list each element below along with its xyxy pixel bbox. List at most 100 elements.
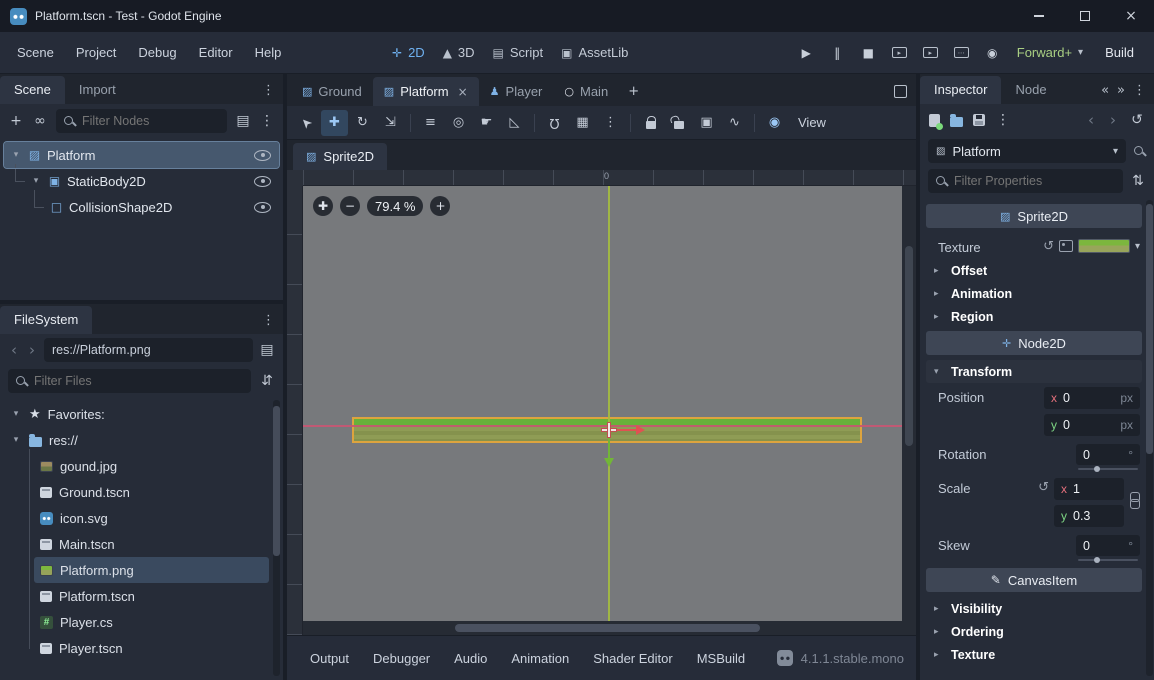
texture-preview[interactable]	[1077, 239, 1130, 253]
bottom-tab-audio[interactable]: Audio	[443, 643, 498, 674]
renderer-dropdown[interactable]: Forward+ ▾	[1009, 41, 1091, 64]
file-row-selected[interactable]: Platform.png	[34, 557, 269, 583]
vertical-scrollbar[interactable]	[902, 186, 916, 621]
tree-row-staticbody2d[interactable]: ▾ ▣ StaticBody2D	[4, 164, 279, 194]
position-y-field[interactable]: y 0 px	[1044, 414, 1140, 436]
pause-button[interactable]: ‖	[823, 40, 852, 66]
file-row[interactable]: Main.tscn	[34, 531, 269, 557]
unlock-selected-icon[interactable]	[665, 110, 692, 136]
tree-row-collisionshape2d[interactable]: □ CollisionShape2D	[4, 190, 279, 220]
visibility-eye-icon[interactable]	[254, 149, 271, 161]
bottom-tab-msbuild[interactable]: MSBuild	[686, 643, 756, 674]
filter-nodes-input[interactable]	[82, 114, 220, 128]
canvas[interactable]: ✚ − 79.4 % +	[303, 186, 916, 635]
visibility-eye-icon[interactable]	[254, 175, 271, 187]
file-row[interactable]: # Player.cs	[34, 609, 269, 635]
edit-history-icon[interactable]: ↺	[1129, 112, 1145, 128]
new-scene-tab-button[interactable]: +	[619, 77, 648, 106]
collapse-arrow-icon[interactable]: ▾	[30, 176, 42, 186]
file-row[interactable]: icon.svg	[34, 505, 269, 531]
mode-assetlib-button[interactable]: ▣ AssetLib	[561, 45, 628, 60]
favorites-row[interactable]: ▾ ★ Favorites:	[4, 401, 269, 427]
sort-files-icon[interactable]: ⇵	[259, 373, 275, 389]
view-menu-button[interactable]: View	[789, 115, 835, 130]
horizontal-scrollbar[interactable]	[303, 621, 902, 635]
filesystem-menu-icon[interactable]: ⋮	[262, 313, 275, 328]
res-root-row[interactable]: ▾ res://	[4, 427, 269, 453]
minimize-button[interactable]	[1016, 0, 1062, 32]
inspector-scrollbar[interactable]	[1146, 200, 1153, 676]
smart-snap-icon[interactable]: Ω	[541, 110, 568, 136]
ruler-tool-icon[interactable]: ◺	[501, 110, 528, 136]
scale-tool-icon[interactable]: ⇲	[377, 110, 404, 136]
chevron-down-icon[interactable]: ▾	[1135, 237, 1140, 252]
play-scene-button[interactable]: ▸	[885, 40, 914, 66]
tree-row-platform[interactable]: ▾ ▨ Platform	[3, 141, 280, 169]
scene-tab-platform[interactable]: ▨ Platform ×	[372, 77, 479, 106]
menu-scene[interactable]: Scene	[6, 39, 65, 66]
menu-editor[interactable]: Editor	[188, 39, 244, 66]
zoom-in-button[interactable]: +	[430, 196, 451, 216]
zoom-level[interactable]: 79.4 %	[367, 196, 424, 216]
list-select-tool-icon[interactable]: ≡	[417, 110, 444, 136]
add-node-button[interactable]: +	[8, 113, 24, 129]
new-resource-icon[interactable]	[929, 113, 943, 130]
tab-scene[interactable]: Scene	[0, 76, 65, 104]
group-animation[interactable]: ▸ Animation	[926, 282, 1142, 305]
rotation-slider[interactable]	[1078, 466, 1138, 472]
inspector-dock-menu-icon[interactable]: ⋮	[1133, 83, 1146, 98]
history-forward-icon[interactable]: ›	[1107, 111, 1119, 129]
resource-menu-icon[interactable]: ⋮	[995, 112, 1011, 128]
snap-options-menu-icon[interactable]: ⋮	[597, 110, 624, 136]
play-custom-scene-button[interactable]: ▸	[916, 40, 945, 66]
skew-field[interactable]: 0 °	[1076, 535, 1140, 556]
group-visibility[interactable]: ▸ Visibility	[926, 597, 1142, 620]
scrollbar-thumb[interactable]	[905, 246, 913, 446]
close-button[interactable]: ×	[1108, 0, 1154, 32]
object-selector[interactable]: ▨ Platform ▾	[928, 139, 1126, 163]
menu-debug[interactable]: Debug	[127, 39, 187, 66]
maximize-button[interactable]	[1062, 0, 1108, 32]
bottom-tab-shader-editor[interactable]: Shader Editor	[582, 643, 684, 674]
move-tool-icon[interactable]: ✚	[321, 109, 348, 136]
scene-tree-menu-icon[interactable]: ⋮	[259, 113, 275, 129]
save-resource-icon[interactable]	[973, 114, 985, 126]
expand-viewport-icon[interactable]	[894, 85, 907, 98]
tab-scroll-right-icon[interactable]: »	[1117, 83, 1125, 98]
history-back-icon[interactable]: ‹	[1085, 111, 1097, 129]
collapse-arrow-icon[interactable]: ▾	[10, 150, 22, 160]
close-tab-icon[interactable]: ×	[458, 85, 468, 99]
group-texture[interactable]: ▸ Texture	[926, 643, 1142, 666]
property-tools-icon[interactable]: ⇅	[1130, 173, 1146, 189]
group-transform[interactable]: ▾ Transform	[926, 360, 1142, 383]
load-resource-icon[interactable]	[950, 113, 963, 127]
rotate-tool-icon[interactable]: ↻	[349, 110, 376, 136]
lock-selected-icon[interactable]	[637, 110, 664, 136]
visibility-eye-icon[interactable]	[254, 201, 271, 213]
filesystem-scrollbar[interactable]	[273, 400, 280, 676]
2d-viewport[interactable]: 0 ✚ − 79.4 % +	[287, 170, 916, 635]
bottom-tab-debugger[interactable]: Debugger	[362, 643, 441, 674]
select-tool-icon[interactable]: ➤	[288, 104, 325, 141]
filter-properties-input[interactable]	[954, 174, 1116, 188]
scene-tab-player[interactable]: ♟ Player	[479, 77, 554, 106]
scene-dock-menu-icon[interactable]: ⋮	[262, 83, 275, 98]
tab-inspector[interactable]: Inspector	[920, 76, 1002, 104]
group-selected-icon[interactable]: ▣	[693, 110, 720, 136]
scrollbar-thumb[interactable]	[273, 406, 280, 556]
scale-y-field[interactable]: y 0.3	[1054, 505, 1124, 527]
tab-filesystem[interactable]: FileSystem	[0, 306, 93, 334]
position-x-field[interactable]: x 0 px	[1044, 387, 1140, 409]
pan-tool-icon[interactable]: ☛	[473, 110, 500, 136]
movie-maker-button[interactable]: ⋯	[947, 40, 976, 66]
run-instances-button[interactable]: ◉	[978, 40, 1007, 66]
revert-icon[interactable]: ↺	[1038, 478, 1049, 495]
filter-files-input[interactable]	[34, 374, 244, 388]
scale-x-field[interactable]: x 1	[1054, 478, 1124, 500]
mode-3d-button[interactable]: ▲ 3D	[443, 45, 475, 60]
group-ordering[interactable]: ▸ Ordering	[926, 620, 1142, 643]
tab-node[interactable]: Node	[1001, 76, 1060, 104]
grid-snap-icon[interactable]: ▦	[569, 110, 596, 136]
scene-tab-ground[interactable]: ▨ Ground	[291, 77, 373, 106]
move-gizmo-y-arrow[interactable]	[603, 434, 614, 467]
